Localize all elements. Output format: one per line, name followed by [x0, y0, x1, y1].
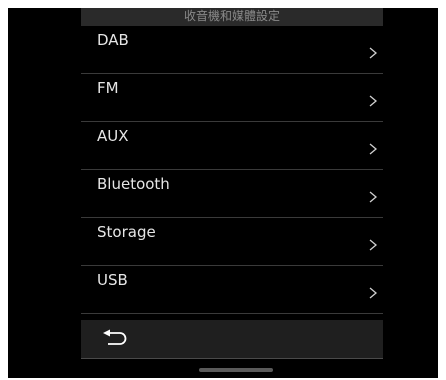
home-indicator[interactable] — [199, 368, 273, 372]
settings-menu: DAB FM AUX Bluetooth Storage USB — [81, 26, 383, 314]
menu-item-usb[interactable]: USB — [81, 266, 383, 314]
menu-item-label: Bluetooth — [97, 175, 170, 193]
menu-item-label: AUX — [97, 127, 129, 145]
chevron-right-icon — [369, 143, 378, 155]
chevron-right-icon — [369, 47, 378, 59]
screen: 收音機和媒體設定 DAB FM AUX Bluetooth Storage US… — [8, 8, 438, 378]
menu-item-label: DAB — [97, 31, 129, 49]
menu-item-aux[interactable]: AUX — [81, 122, 383, 170]
menu-item-bluetooth[interactable]: Bluetooth — [81, 170, 383, 218]
menu-item-label: USB — [97, 271, 128, 289]
bottom-bar — [81, 320, 383, 359]
menu-item-label: FM — [97, 79, 119, 97]
back-arrow-icon — [103, 329, 127, 345]
chevron-right-icon — [369, 95, 378, 107]
settings-panel: 收音機和媒體設定 DAB FM AUX Bluetooth Storage US… — [81, 8, 383, 378]
menu-item-storage[interactable]: Storage — [81, 218, 383, 266]
back-button[interactable] — [99, 328, 133, 350]
chevron-right-icon — [369, 287, 378, 299]
page-title: 收音機和媒體設定 — [81, 8, 383, 26]
chevron-right-icon — [369, 239, 378, 251]
menu-item-label: Storage — [97, 223, 156, 241]
menu-item-fm[interactable]: FM — [81, 74, 383, 122]
chevron-right-icon — [369, 191, 378, 203]
menu-item-dab[interactable]: DAB — [81, 26, 383, 74]
